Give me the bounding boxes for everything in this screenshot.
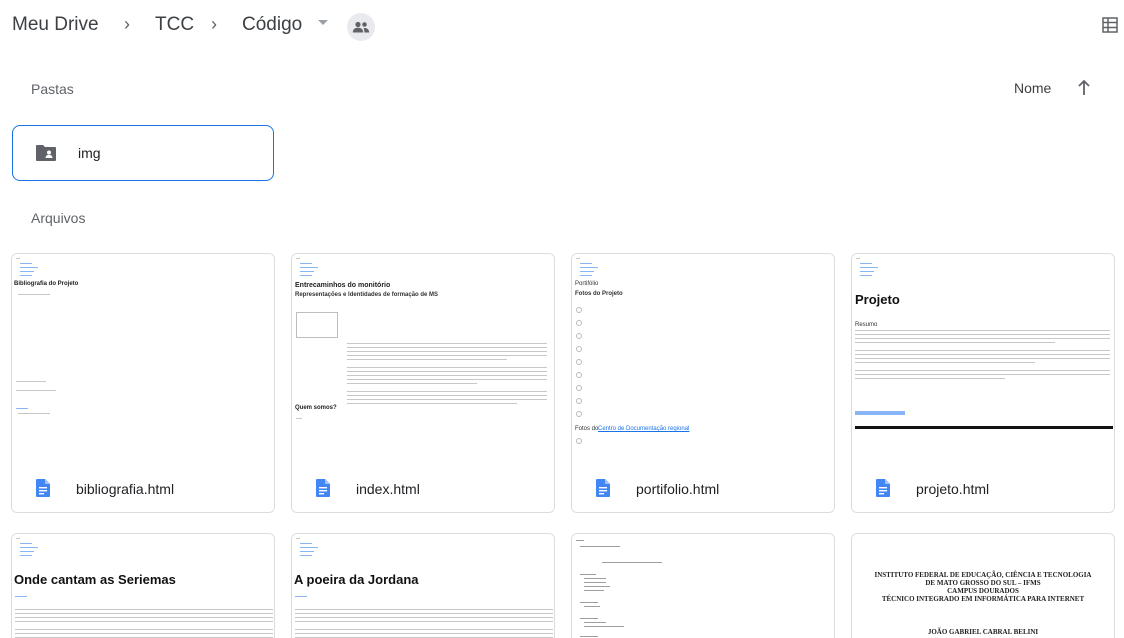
breadcrumb-root[interactable]: Meu Drive [12,14,99,36]
google-doc-icon [36,479,50,497]
file-card-portifolio[interactable]: Portifólio Fotos do Projeto Fotos do Cen… [571,253,835,513]
thumbnail-institution-line: TÉCNICO INTEGRADO EM INFORMÁTICA PARA IN… [881,595,1085,603]
google-doc-icon [316,479,330,497]
thumbnail-section-heading: Quem somos? [295,405,337,411]
file-thumbnail: Entrecaminhos do monitório Representaçõe… [292,254,554,454]
file-thumbnail: A poeira da Jordana [292,534,554,638]
file-card-index[interactable]: Entrecaminhos do monitório Representaçõe… [291,253,555,513]
people-icon[interactable] [347,13,375,41]
thumbnail-title: Entrecaminhos do monitório [295,282,391,289]
thumbnail-institution-line: DE MATO GROSSO DO SUL – IFMS [925,579,1041,587]
thumbnail-caption: Fotos do [575,426,599,432]
breadcrumb-tcc[interactable]: TCC [155,14,194,36]
thumbnail-title: Onde cantam as Seriemas [14,572,176,587]
file-card-tcc-document[interactable]: INSTITUTO FEDERAL DE EDUCAÇÃO, CIÊNCIA E… [851,533,1115,638]
file-card-seriemas[interactable]: Onde cantam as Seriemas [11,533,275,638]
folder-name: img [78,145,101,161]
chevron-down-icon[interactable] [318,20,328,25]
thumbnail-institution-line: CAMPUS DOURADOS [947,587,1019,595]
file-name: index.html [356,481,420,497]
breadcrumb-separator-icon: › [124,14,130,34]
google-doc-icon [876,479,890,497]
files-section-label: Arquivos [31,210,86,226]
folder-img[interactable]: img [12,125,274,181]
sort-by-name-button[interactable]: Nome [1014,80,1051,96]
arrow-up-icon[interactable] [1076,79,1092,97]
file-thumbnail: INSTITUTO FEDERAL DE EDUCAÇÃO, CIÊNCIA E… [852,534,1114,638]
file-card-jordana[interactable]: A poeira da Jordana [291,533,555,638]
thumbnail-institution-line: INSTITUTO FEDERAL DE EDUCAÇÃO, CIÊNCIA E… [874,571,1092,579]
breadcrumb-current-folder[interactable]: Código [242,14,302,36]
file-name: projeto.html [916,481,990,497]
thumbnail-subtitle: Representações e Identidades de formação… [295,292,439,298]
file-thumbnail [572,534,834,638]
thumbnail-section-heading: Resumo [855,322,878,328]
folders-section-label: Pastas [31,81,74,97]
file-card-code[interactable] [571,533,835,638]
file-thumbnail: Portifólio Fotos do Projeto Fotos do Cen… [572,254,834,454]
google-doc-icon [596,479,610,497]
grid-view-icon[interactable] [1102,17,1118,33]
file-name: portifolio.html [636,481,720,497]
thumbnail-title: A poeira da Jordana [294,572,419,587]
file-card-projeto[interactable]: Projeto Resumo projeto.html [851,253,1115,513]
thumbnail-title: Projeto [855,292,900,307]
file-card-bibliografia[interactable]: Bibliografia do Projeto bibliografia.htm… [11,253,275,513]
file-name: bibliografia.html [76,481,175,497]
thumbnail-subheading: Fotos do Projeto [575,291,623,297]
thumbnail-heading: Portifólio [575,281,599,287]
file-thumbnail: Onde cantam as Seriemas [12,534,274,638]
breadcrumb-bar: Meu Drive › TCC › Código [0,0,1124,52]
thumbnail-link: Centro de Documentação regional [598,426,690,432]
file-thumbnail: Projeto Resumo [852,254,1114,454]
thumbnail-author: JOÃO GABRIEL CABRAL BELINI [927,628,1039,636]
breadcrumb-separator-icon: › [211,14,217,34]
shared-folder-icon [35,144,57,162]
thumbnail-heading: Bibliografia do Projeto [14,281,79,287]
file-thumbnail: Bibliografia do Projeto [12,254,274,454]
